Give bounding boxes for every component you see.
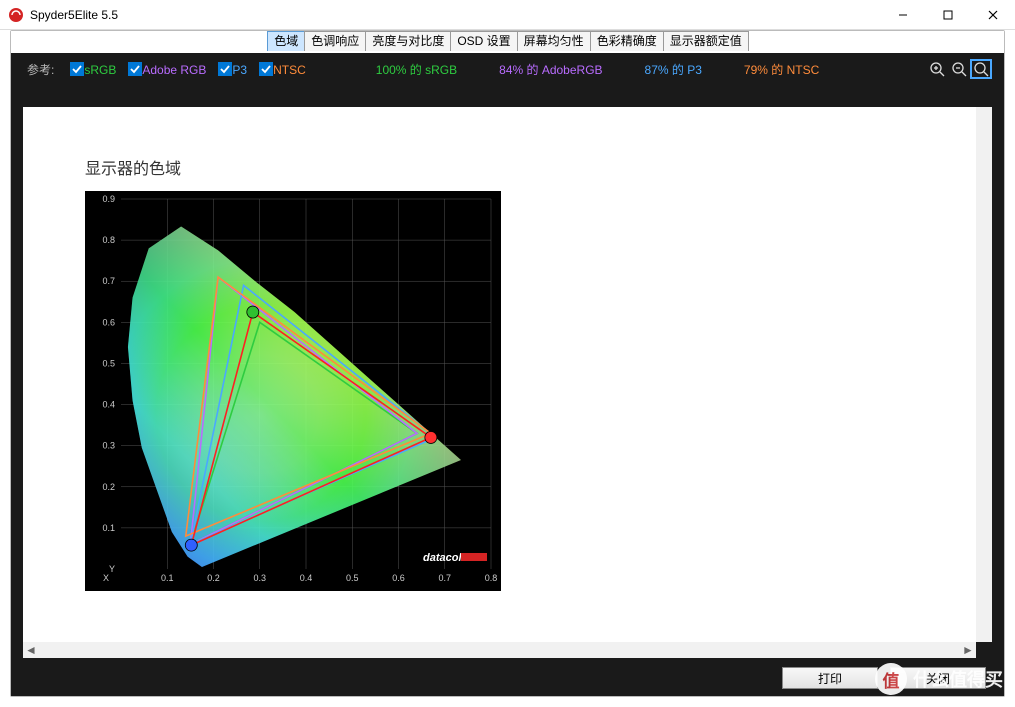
reference-label: 参考: xyxy=(27,61,54,78)
page-heading: 显示器的色域 xyxy=(85,155,181,179)
close-report-button[interactable]: 关闭 xyxy=(890,667,986,689)
svg-text:0.1: 0.1 xyxy=(161,573,174,583)
svg-text:0.8: 0.8 xyxy=(485,573,498,583)
zoom-out-icon[interactable] xyxy=(948,59,970,79)
svg-text:X: X xyxy=(103,573,109,583)
app-icon xyxy=(8,7,24,23)
coverage-p3: 87% 的 P3 xyxy=(645,61,702,78)
vertical-scrollbar[interactable] xyxy=(976,107,992,642)
svg-text:0.6: 0.6 xyxy=(102,317,115,327)
scroll-right-icon[interactable]: ► xyxy=(960,642,976,658)
zoom-in-icon[interactable] xyxy=(926,59,948,79)
reference-bar: 参考: sRGB Adobe RGB P3 NTSC 100% 的 sRGB 84% … xyxy=(11,53,1004,85)
checkbox-adobergb[interactable] xyxy=(128,62,142,76)
coverage-srgb: 100% 的 sRGB xyxy=(376,61,457,78)
zoom-controls xyxy=(926,59,992,79)
footer: 打印 关闭 xyxy=(11,660,1004,696)
titlebar: Spyder5Elite 5.5 xyxy=(0,0,1015,30)
print-button[interactable]: 打印 xyxy=(782,667,878,689)
svg-text:Y: Y xyxy=(109,564,115,574)
tab-1[interactable]: 色调响应 xyxy=(304,31,366,51)
svg-text:0.8: 0.8 xyxy=(102,235,115,245)
gamut-label-srgb[interactable]: sRGB xyxy=(84,63,116,77)
content-area: 参考: sRGB Adobe RGB P3 NTSC 100% 的 sRGB 84% … xyxy=(11,53,1004,660)
checkbox-ntsc[interactable] xyxy=(259,62,273,76)
tab-6[interactable]: 显示器额定值 xyxy=(663,31,749,51)
report-panel: 显示器的色域 0.1 0.2 0.3 0.4 0.5 0.6 0.7 0.8 0.1 0.2 0.3… xyxy=(23,107,992,642)
main-frame: 色域色调响应亮度与对比度OSD 设置屏幕均匀性色彩精确度显示器额定值 参考: s… xyxy=(10,30,1005,697)
gamut-chart: 0.1 0.2 0.3 0.4 0.5 0.6 0.7 0.8 0.1 0.2 0.3 0.4 0.5 0… xyxy=(85,191,501,591)
coverage-adobergb: 84% 的 AdobeRGB xyxy=(499,61,602,78)
svg-text:0.2: 0.2 xyxy=(102,482,115,492)
svg-text:0.2: 0.2 xyxy=(207,573,220,583)
svg-text:0.5: 0.5 xyxy=(102,358,115,368)
horizontal-scrollbar[interactable]: ◄ ► xyxy=(23,642,976,658)
svg-text:0.9: 0.9 xyxy=(102,194,115,204)
svg-text:0.7: 0.7 xyxy=(438,573,451,583)
tab-2[interactable]: 亮度与对比度 xyxy=(365,31,451,51)
gamut-label-p3[interactable]: P3 xyxy=(232,63,247,77)
checkbox-srgb[interactable] xyxy=(70,62,84,76)
tab-0[interactable]: 色域 xyxy=(267,31,305,51)
window-title: Spyder5Elite 5.5 xyxy=(30,8,118,22)
tab-3[interactable]: OSD 设置 xyxy=(450,31,517,51)
tab-5[interactable]: 色彩精确度 xyxy=(590,31,664,51)
gamut-label-ntsc[interactable]: NTSC xyxy=(273,63,306,77)
svg-text:0.4: 0.4 xyxy=(102,400,115,410)
minimize-button[interactable] xyxy=(880,0,925,30)
checkbox-p3[interactable] xyxy=(218,62,232,76)
zoom-fit-icon[interactable] xyxy=(970,59,992,79)
scroll-track[interactable] xyxy=(39,642,960,658)
svg-text:0.3: 0.3 xyxy=(253,573,266,583)
svg-text:0.5: 0.5 xyxy=(346,573,359,583)
svg-text:0.1: 0.1 xyxy=(102,523,115,533)
tabstrip: 色域色调响应亮度与对比度OSD 设置屏幕均匀性色彩精确度显示器额定值 xyxy=(11,31,1004,53)
window-controls xyxy=(880,0,1015,30)
svg-text:0.4: 0.4 xyxy=(300,573,313,583)
svg-text:0.6: 0.6 xyxy=(392,573,405,583)
coverage-readout: 100% 的 sRGB 84% 的 AdobeRGB 87% 的 P3 79% … xyxy=(376,61,820,78)
svg-text:0.3: 0.3 xyxy=(102,441,115,451)
coverage-ntsc: 79% 的 NTSC xyxy=(744,61,819,78)
tab-4[interactable]: 屏幕均匀性 xyxy=(517,31,591,51)
scroll-left-icon[interactable]: ◄ xyxy=(23,642,39,658)
svg-text:0.7: 0.7 xyxy=(102,276,115,286)
maximize-button[interactable] xyxy=(925,0,970,30)
close-button[interactable] xyxy=(970,0,1015,30)
gamut-label-adobergb[interactable]: Adobe RGB xyxy=(142,63,206,77)
